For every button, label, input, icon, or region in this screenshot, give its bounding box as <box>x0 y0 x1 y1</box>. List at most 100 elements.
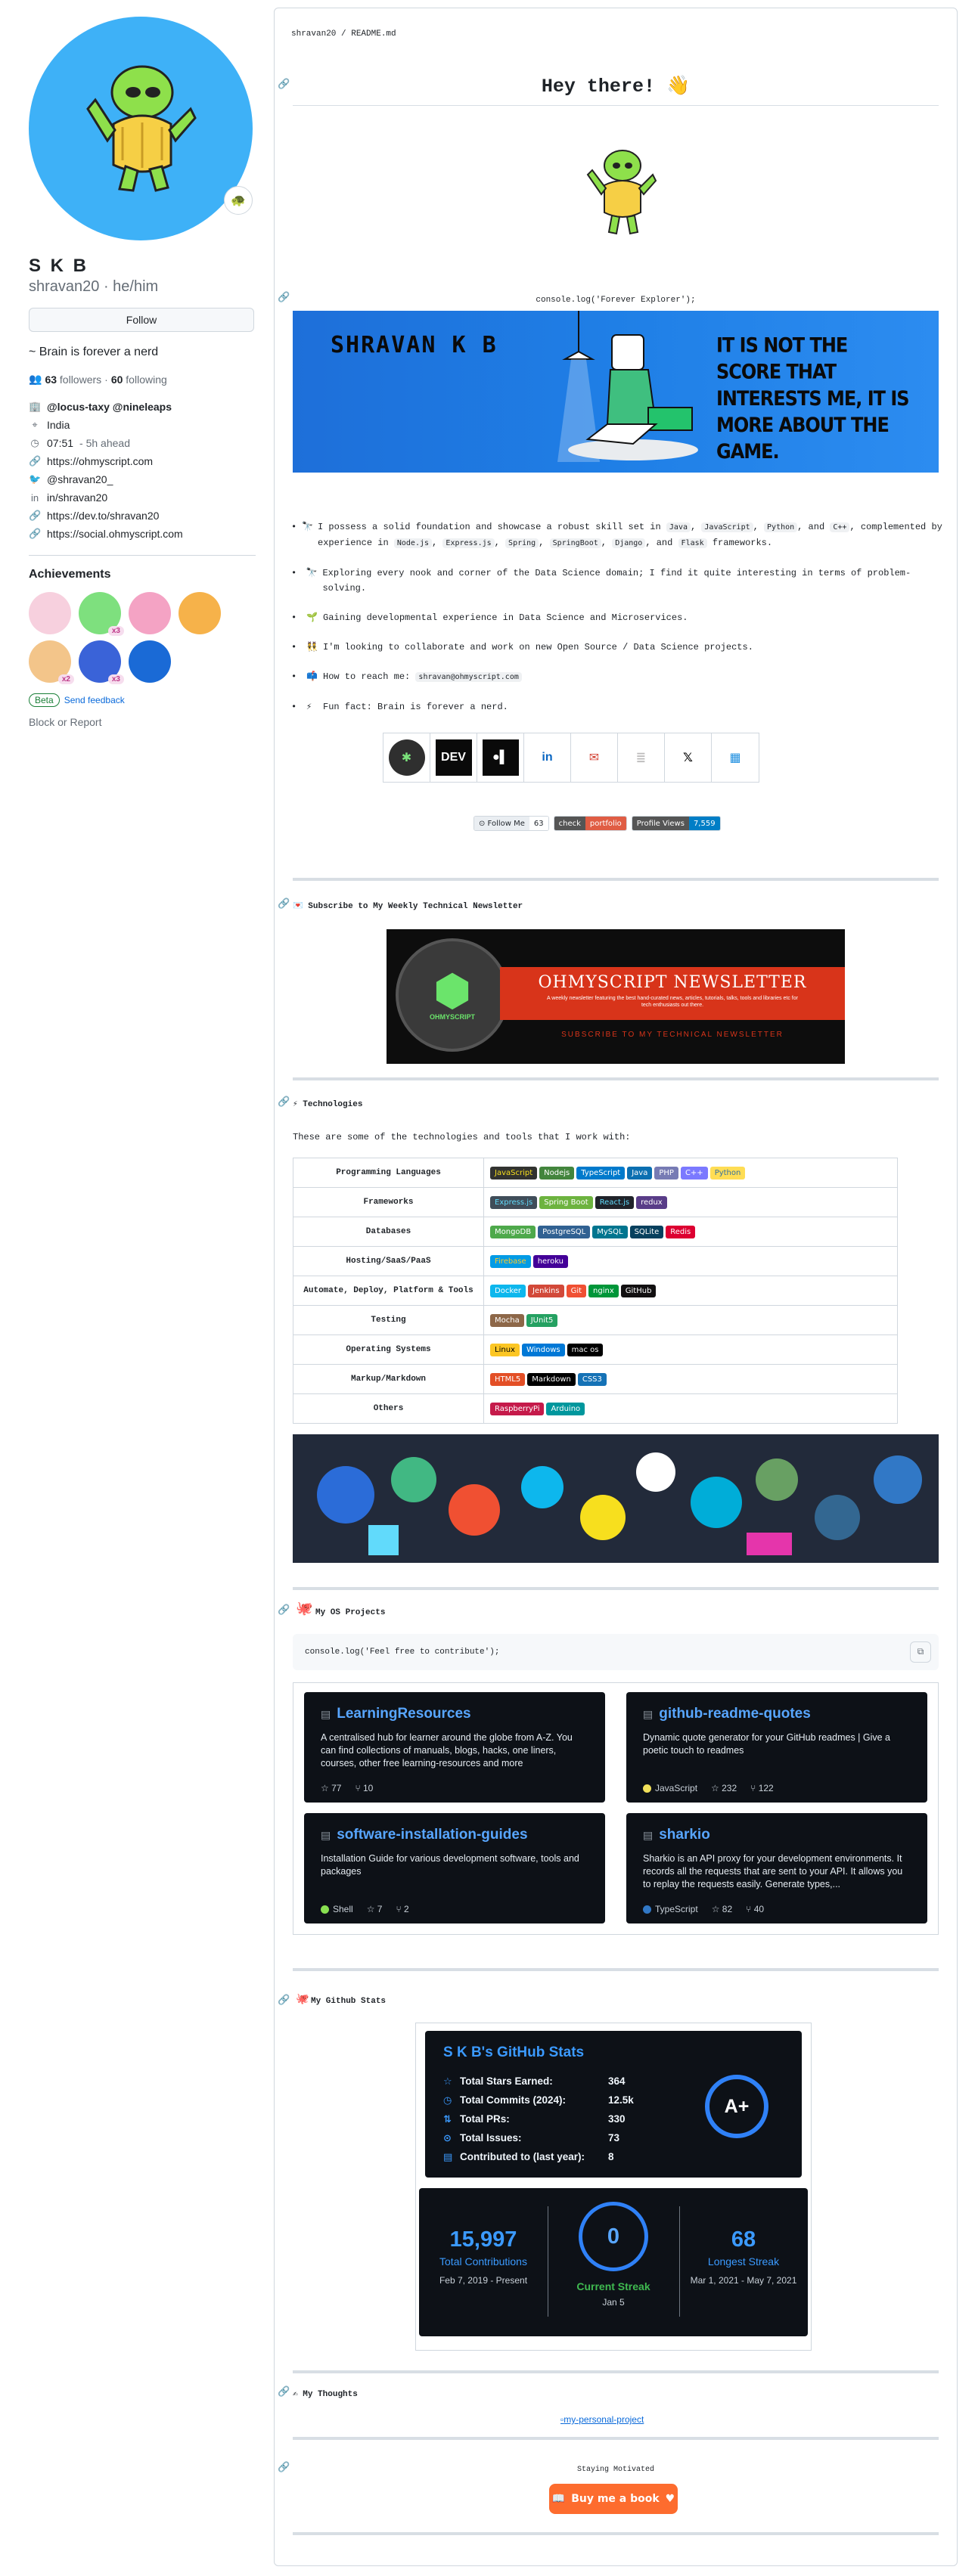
anchor-link-icon[interactable]: 🔗 <box>278 1994 290 2006</box>
organization-links[interactable]: @locus-taxy @nineleaps <box>47 401 172 413</box>
newsletter-banner[interactable]: ⬢ OHMYSCRIPT OHMYSCRIPT NEWSLETTER A wee… <box>387 929 845 1064</box>
profile-link[interactable]: https://ohmyscript.com <box>47 455 153 467</box>
following-link[interactable]: 60 following <box>111 374 167 386</box>
text-run: Fun fact: Brain is forever a nerd. <box>323 702 508 712</box>
repo-card[interactable]: ▤ sharkio Sharkio is an API proxy for your… <box>626 1813 927 1923</box>
heart-on-sleeve-badge[interactable] <box>29 592 71 634</box>
stat-label: Contributed to (last year): <box>460 2151 585 2162</box>
social-link[interactable]: ≣ <box>618 733 665 782</box>
follow-counts: 👥 63 followers · 60 following <box>29 373 256 386</box>
profile-link[interactable]: in/shravan20 <box>47 491 107 504</box>
social-link[interactable]: ▦ <box>712 733 759 782</box>
technology-badge: PostgreSQL <box>538 1225 591 1238</box>
github-stats-card: S K B's GitHub Stats ☆ Total Stars Earned… <box>425 2031 802 2178</box>
technology-row: Others RaspberryPi Arduino <box>293 1393 898 1424</box>
repo-title[interactable]: ▤ sharkio <box>643 1827 911 1843</box>
profile-link[interactable]: https://social.ohmyscript.com <box>47 528 183 540</box>
buy-me-a-book-button[interactable]: 📖 Buy me a book ♥ <box>549 2484 678 2514</box>
profile-link-item: in in/shravan20 <box>29 488 256 507</box>
stat-value: 8 <box>608 2151 614 2162</box>
send-feedback-link[interactable]: Send feedback <box>64 695 125 705</box>
social-link[interactable]: in <box>524 733 571 782</box>
avatar[interactable]: 🐢 <box>29 17 253 240</box>
text-run: Exploring every nook and corner of the D… <box>322 568 911 594</box>
pull-request-icon: ⇅ <box>443 2113 452 2125</box>
followers-link[interactable]: 63 followers <box>45 374 101 386</box>
stat-label: Total Stars Earned: <box>460 2075 553 2087</box>
profile-views-shield[interactable]: Profile Views 7,559 <box>631 816 721 831</box>
repo-title-text: software-installation-guides <box>337 1827 528 1843</box>
anchor-link-icon[interactable]: 🔗 <box>278 2385 290 2398</box>
social-link[interactable]: ✱ <box>383 733 430 782</box>
badge-count: x2 <box>57 674 74 684</box>
about-me-list: 🔭 I possess a solid foundation and showca… <box>293 519 943 729</box>
stat-value: 364 <box>608 2075 626 2087</box>
repo-card[interactable]: ▤ github-readme-quotes Dynamic quote gener… <box>626 1692 927 1803</box>
about-me-text: Exploring every nook and corner of the D… <box>322 566 943 596</box>
portfolio-shield[interactable]: check portfolio <box>553 816 627 831</box>
profile-link[interactable]: https://dev.to/shravan20 <box>47 510 159 522</box>
technology-badge: redux <box>636 1195 667 1209</box>
repo-title[interactable]: ▤ software-installation-guides <box>321 1827 588 1843</box>
technology-row: Hosting/SaaS/PaaS Firebase heroku <box>293 1246 898 1276</box>
social-link[interactable]: ●▌ <box>477 733 524 782</box>
arctic-code-vault-badge[interactable] <box>129 640 171 683</box>
os-projects-heading: My OS Projects <box>315 1608 386 1617</box>
block-report-link[interactable]: Block or Report <box>29 716 256 728</box>
social-link[interactable]: 𝕏 <box>665 733 712 782</box>
about-me-text: Fun fact: Brain is forever a nerd. <box>323 699 508 715</box>
social-link[interactable]: DEV <box>430 733 477 782</box>
star-icon: ☆ <box>443 2075 452 2087</box>
personal-project-image-link[interactable]: ▫my-personal-project <box>560 2414 644 2425</box>
shield-badges-row: ⊙ Follow Me 63 check portfolio Profile Views… <box>473 816 721 831</box>
technology-badge: Mocha <box>490 1313 524 1327</box>
anchor-link-icon[interactable]: 🔗 <box>278 897 290 910</box>
anchor-link-icon[interactable]: 🔗 <box>278 2461 290 2473</box>
technology-badge: Java <box>627 1166 653 1180</box>
technology-badges: Mocha JUnit5 <box>483 1305 898 1335</box>
inline-code: Flask <box>678 538 707 548</box>
bullet-emoji-icon: 👯 <box>306 642 318 653</box>
technology-category: Automate, Deploy, Platform & Tools <box>293 1276 484 1306</box>
text-run: Gaining developmental experience in Data… <box>323 612 688 623</box>
achievements-list: x3 x2 x3 <box>29 592 241 684</box>
anchor-link-icon[interactable]: 🔗 <box>278 291 290 303</box>
newsletter-logo: ⬢ OHMYSCRIPT <box>396 938 509 1052</box>
repo-meta: ☆ 77 ⑂ 10 <box>321 1783 373 1793</box>
repo-icon: ▤ <box>643 1828 654 1841</box>
follow-button[interactable]: Follow <box>29 308 254 332</box>
text-run: , <box>494 538 506 548</box>
status-emoji-button[interactable]: 🐢 <box>224 186 253 215</box>
stackoverflow-icon: ≣ <box>623 739 660 776</box>
repo-forks: ⑂ 122 <box>750 1783 774 1793</box>
shield-value: 7,559 <box>688 817 720 830</box>
repo-card[interactable]: ▤ LearningResources A centralised hub for … <box>304 1692 605 1803</box>
quickdraw-badge[interactable] <box>179 592 221 634</box>
email-code[interactable]: shravan@ohmyscript.com <box>415 672 522 682</box>
repo-title[interactable]: ▤ LearningResources <box>321 1706 588 1722</box>
readme-path[interactable]: shravan20 / README.md <box>291 29 396 39</box>
anchor-link-icon[interactable]: 🔗 <box>278 78 290 90</box>
anchor-link-icon[interactable]: 🔗 <box>278 1096 290 1108</box>
starstruck-badge[interactable]: x2 <box>29 640 74 684</box>
repo-card[interactable]: ▤ software-installation-guides Installatio… <box>304 1813 605 1923</box>
star-icon: ☆ <box>711 1783 722 1793</box>
follow-shield[interactable]: ⊙ Follow Me 63 <box>473 816 549 831</box>
copy-button[interactable]: ⧉ <box>910 1641 931 1663</box>
readme-container: shravan20 / README.md 🔗 Hey there! 👋 🔗 c… <box>274 8 958 2566</box>
about-me-text: I possess a solid foundation and showcas… <box>318 519 943 551</box>
social-link[interactable]: ✉ <box>571 733 618 782</box>
profile-link[interactable]: @shravan20_ <box>47 473 113 485</box>
fork-icon: ⑂ <box>750 1783 759 1793</box>
local-time-item: ◷ 07:51 - 5h ahead <box>29 434 256 452</box>
yolo-badge[interactable] <box>129 592 171 634</box>
shield-value: 63 <box>529 817 548 830</box>
repo-title[interactable]: ▤ github-readme-quotes <box>643 1706 911 1722</box>
galaxy-brain-badge[interactable]: x3 <box>79 640 124 684</box>
pull-shark-badge[interactable]: x3 <box>79 592 124 636</box>
technology-badge: nginx <box>588 1284 619 1297</box>
repo-language: JavaScript <box>643 1783 697 1793</box>
technology-badge: CSS3 <box>577 1372 607 1386</box>
anchor-link-icon[interactable]: 🔗 <box>278 1604 290 1616</box>
current-streak-label: Current Streak <box>576 2280 650 2292</box>
